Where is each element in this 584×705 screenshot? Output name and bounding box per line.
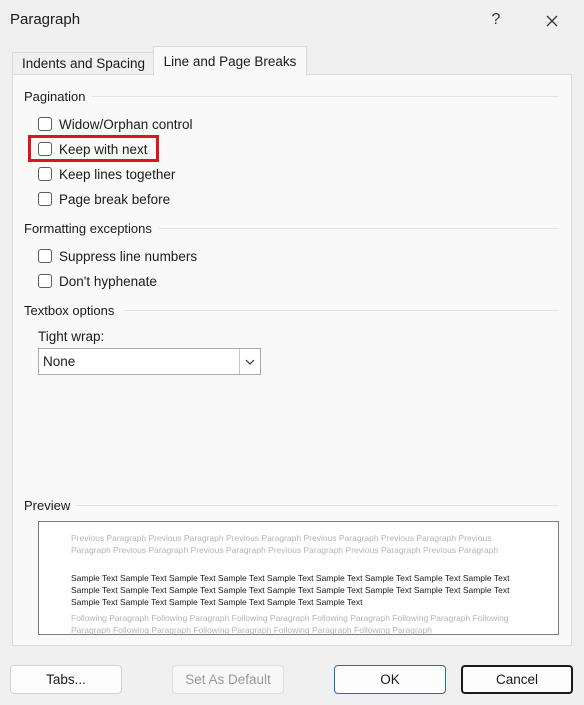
pagination-divider [92, 96, 559, 97]
close-button[interactable] [536, 8, 568, 32]
tight-wrap-label: Tight wrap: [38, 329, 105, 344]
preview-divider [76, 505, 559, 506]
keep-lines-together-checkbox[interactable] [38, 167, 52, 181]
tab-indents-and-spacing[interactable]: Indents and Spacing [12, 52, 155, 75]
highlight-box [28, 135, 159, 162]
close-icon [546, 15, 558, 27]
page-break-before-option[interactable]: Page break before [38, 189, 170, 209]
suppress-line-numbers-option[interactable]: Suppress line numbers [38, 246, 197, 266]
help-button[interactable]: ? [478, 8, 514, 32]
preview-heading: Preview [24, 498, 71, 513]
cancel-button[interactable]: Cancel [461, 665, 573, 694]
pagination-heading: Pagination [24, 89, 86, 104]
dialog-title: Paragraph [10, 11, 81, 28]
suppress-line-numbers-label: Suppress line numbers [59, 248, 198, 264]
ok-button[interactable]: OK [334, 665, 446, 694]
page-break-before-checkbox[interactable] [38, 192, 52, 206]
suppress-line-numbers-checkbox[interactable] [38, 249, 52, 263]
formatting-heading: Formatting exceptions [24, 221, 152, 236]
formatting-divider [159, 228, 559, 229]
dont-hyphenate-label: Don't hyphenate [59, 273, 157, 289]
tabs-button[interactable]: Tabs... [10, 665, 122, 694]
chevron-down-icon [245, 359, 255, 365]
preview-sample-text: Sample Text Sample Text Sample Text Samp… [71, 573, 510, 607]
widow-orphan-checkbox[interactable] [38, 117, 52, 131]
set-as-default-button[interactable]: Set As Default [172, 665, 284, 694]
dont-hyphenate-option[interactable]: Don't hyphenate [38, 271, 157, 291]
widow-orphan-option[interactable]: Widow/Orphan control [38, 114, 193, 134]
preview-previous-paragraph: Previous Paragraph Previous Paragraph Pr… [71, 533, 499, 555]
tight-wrap-select[interactable]: None [38, 348, 261, 375]
keep-lines-together-label: Keep lines together [59, 166, 176, 182]
tight-wrap-value: None [43, 354, 76, 369]
widow-orphan-label: Widow/Orphan control [59, 116, 193, 132]
preview-box: Previous Paragraph Previous Paragraph Pr… [38, 521, 559, 635]
tab-line-and-page-breaks[interactable]: Line and Page Breaks [153, 46, 307, 76]
tight-wrap-dropdown-button[interactable] [239, 349, 260, 374]
preview-following-paragraph: Following Paragraph Following Paragraph … [71, 613, 509, 635]
textbox-divider [124, 310, 559, 311]
page-break-before-label: Page break before [59, 191, 171, 207]
textbox-heading: Textbox options [24, 303, 115, 318]
dont-hyphenate-checkbox[interactable] [38, 274, 52, 288]
keep-lines-together-option[interactable]: Keep lines together [38, 164, 175, 184]
